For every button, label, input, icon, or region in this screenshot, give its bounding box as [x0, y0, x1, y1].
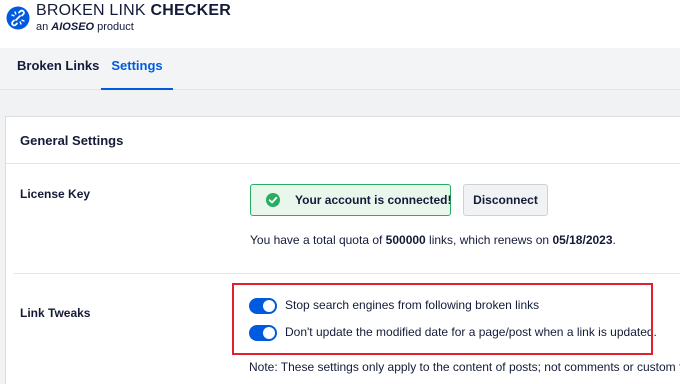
quota-suffix: . [612, 233, 616, 247]
quota-text: You have a total quota of 500000 links, … [250, 233, 616, 247]
license-key-label: License Key [20, 187, 91, 201]
check-circle-icon [266, 193, 280, 207]
tab-settings[interactable]: Settings [101, 48, 173, 90]
account-connected-text: Your account is connected! [295, 193, 452, 207]
highlight-box [232, 283, 653, 355]
brand-title-light: BROKEN LINK [36, 2, 151, 19]
card-divider [6, 163, 680, 164]
brand-title-bold: CHECKER [150, 2, 231, 19]
aioseo-logo-text: AIOSEO [51, 21, 95, 33]
tab-bar: Broken Links Settings [0, 48, 680, 90]
broken-link-logo-icon [6, 6, 30, 30]
settings-note: Note: These settings only apply to the c… [249, 360, 680, 374]
quota-links: 500000 [385, 233, 426, 247]
brand-sub-suffix: product [94, 21, 134, 33]
card-title: General Settings [20, 133, 124, 148]
account-connected-notice: Your account is connected! [250, 184, 451, 216]
link-tweaks-label: Link Tweaks [20, 306, 91, 320]
disconnect-button[interactable]: Disconnect [463, 184, 548, 216]
tab-broken-links[interactable]: Broken Links [17, 48, 99, 90]
row-divider [14, 273, 680, 274]
brand-sub-prefix: an [36, 21, 52, 33]
quota-middle: links, which renews on [425, 233, 553, 247]
quota-date: 05/18/2023 [552, 233, 613, 247]
plugin-header: BROKEN LINK CHECKER an AIOSEO product [0, 0, 680, 48]
quota-prefix: You have a total quota of [250, 233, 386, 247]
brand-title: BROKEN LINK CHECKER [36, 2, 231, 20]
brand-subtitle: an AIOSEO product [36, 21, 134, 33]
